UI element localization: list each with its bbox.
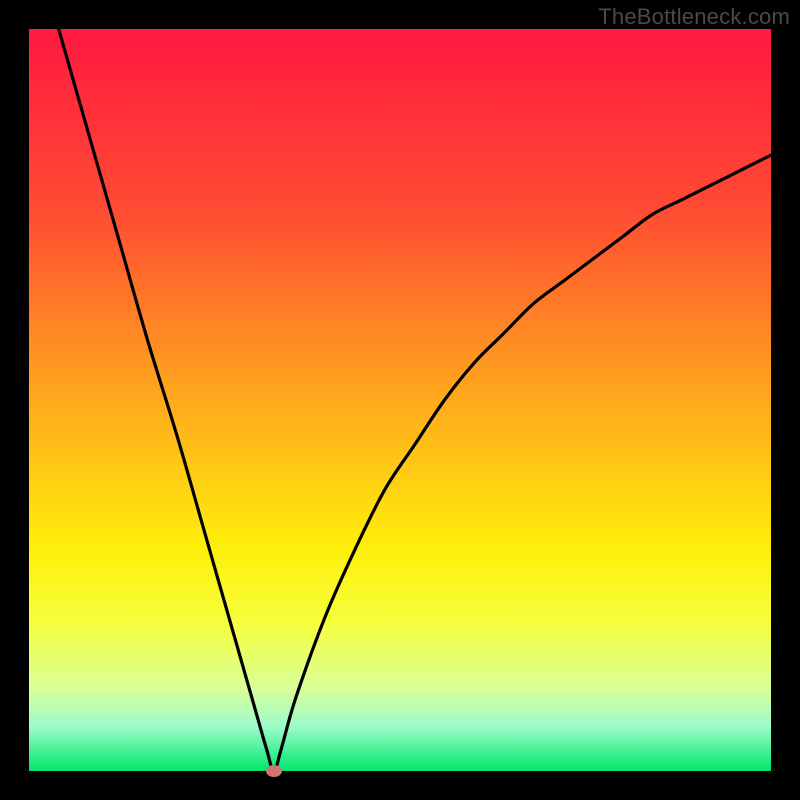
- chart-frame: TheBottleneck.com: [0, 0, 800, 800]
- plot-area: [29, 29, 771, 771]
- watermark-text: TheBottleneck.com: [598, 4, 790, 30]
- bottleneck-curve: [29, 29, 771, 771]
- curve-path: [59, 29, 771, 771]
- optimum-marker: [266, 765, 282, 777]
